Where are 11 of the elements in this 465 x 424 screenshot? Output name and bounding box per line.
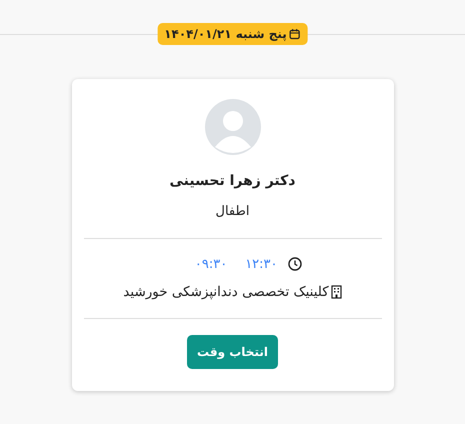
calendar-icon xyxy=(288,28,301,40)
time-slot: ۱۲:۳۰ xyxy=(245,254,278,274)
doctor-name: دکتر زهرا تحسینی xyxy=(168,172,296,191)
select-time-button[interactable]: انتخاب وقت xyxy=(187,335,278,370)
date-text: پنج شنبه ۱۴۰۴/۰۱/۲۱ xyxy=(164,26,287,43)
time-slot: ۰۹:۳۰ xyxy=(194,254,228,274)
clinic-name: کلینیک تخصصی دندانپزشکی خورشید xyxy=(123,283,329,302)
building-icon xyxy=(330,285,342,300)
specialty: اطفال xyxy=(214,203,250,221)
avatar-icon xyxy=(204,99,260,155)
clock-icon xyxy=(288,257,302,272)
